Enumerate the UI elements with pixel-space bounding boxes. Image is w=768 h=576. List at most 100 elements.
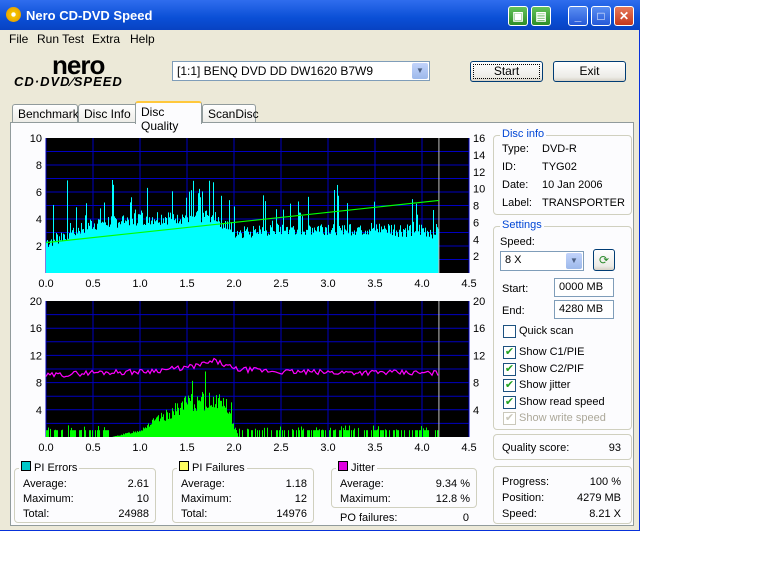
pi-failures-bar [155, 419, 156, 437]
menu-file[interactable]: File [9, 32, 28, 46]
pi-errors-bar [265, 201, 266, 273]
disc-id-label: ID: [502, 161, 517, 173]
speed-select[interactable]: 8 X ▼ [500, 251, 584, 271]
pi-errors-bar [172, 191, 173, 273]
pi-failures-x-tick: 2.5 [273, 442, 288, 454]
pi-errors-bar [225, 221, 226, 273]
show-read-speed-checkbox[interactable]: ✔ [503, 396, 516, 409]
pi-failures-bar [421, 426, 422, 437]
pi-failures-bar [196, 410, 197, 437]
pi-failures-bar [187, 404, 188, 437]
screenshot-icon[interactable]: ▣ [508, 6, 528, 26]
main-window: Nero CD-DVD Speed ▣ ▤ _ □ ✕ File Run Tes… [0, 0, 640, 531]
pi-errors-bar [434, 234, 435, 273]
pi-errors-bar [108, 217, 109, 273]
pi-failures-bar [377, 429, 378, 437]
pi-failures-max-label: Maximum: [181, 493, 232, 505]
pi-errors-bar [332, 228, 333, 273]
show-jitter-checkbox[interactable]: ✔ [503, 379, 516, 392]
pi-errors-bar [412, 199, 413, 273]
pi-errors-bar [423, 228, 424, 273]
menu-help[interactable]: Help [130, 32, 155, 46]
pi-failures-bar [97, 430, 98, 437]
pi-errors-bar [347, 203, 348, 273]
pi-errors-total-label: Total: [23, 508, 50, 520]
pi-errors-bar [203, 212, 204, 273]
pi-errors-bar [208, 215, 209, 273]
refresh-icon: ⟳ [598, 253, 610, 267]
pi-errors-y2-tick: 16 [473, 133, 485, 145]
show-pif-checkbox[interactable]: ✔ [503, 363, 516, 376]
pi-failures-bar [374, 430, 375, 437]
pi-errors-bar [191, 190, 192, 273]
exit-button[interactable]: Exit [553, 61, 626, 82]
pi-failures-bar [235, 427, 236, 437]
pi-failures-bar [296, 430, 297, 437]
pi-errors-x-tick: 2.5 [273, 278, 288, 290]
minimize-button[interactable]: _ [568, 6, 588, 26]
pi-errors-bar [122, 216, 123, 273]
tab-disc-quality[interactable]: Disc Quality [135, 101, 202, 133]
end-input[interactable]: 4280 MB [554, 300, 614, 319]
save-icon[interactable]: ▤ [531, 6, 551, 26]
pi-errors-bar [260, 229, 261, 273]
pi-failures-bar [248, 429, 249, 437]
pi-failures-bar [398, 430, 399, 437]
pi-errors-bar [71, 232, 72, 273]
pi-errors-bar [322, 227, 323, 273]
pi-failures-y-tick: 4 [36, 405, 42, 417]
tab-benchmark[interactable]: Benchmark [12, 104, 79, 123]
pi-failures-bar [210, 405, 211, 437]
pi-failures-bar [223, 398, 224, 437]
pi-failures-bar [116, 435, 117, 437]
menu-run-test[interactable]: Run Test [37, 32, 84, 46]
pi-errors-bar [110, 224, 111, 273]
pi-errors-bar [325, 227, 326, 273]
pi-errors-bar [381, 226, 382, 273]
pi-failures-x-tick: 3.0 [320, 442, 335, 454]
pi-failures-bar [437, 430, 438, 437]
pi-failures-bar [233, 423, 234, 437]
tab-disc-info[interactable]: Disc Info [78, 104, 137, 123]
pi-failures-bar [197, 396, 198, 437]
menu-extra[interactable]: Extra [92, 32, 120, 46]
pi-failures-bar [57, 430, 58, 437]
refresh-speed-button[interactable]: ⟳ [593, 249, 615, 271]
pi-errors-bar [53, 204, 54, 273]
close-button[interactable]: ✕ [614, 6, 634, 26]
pi-errors-bar [410, 224, 411, 273]
pi-failures-bar [56, 430, 57, 437]
pi-errors-bar [401, 231, 402, 273]
pi-errors-bar [393, 229, 394, 273]
chevron-down-icon[interactable]: ▼ [566, 253, 582, 269]
pi-failures-bar [132, 433, 133, 437]
pi-failures-bar [316, 427, 317, 437]
pi-failures-bar [165, 420, 166, 437]
start-button[interactable]: Start [470, 61, 543, 82]
pi-errors-bar [390, 233, 391, 273]
pi-errors-bar [271, 227, 272, 273]
chevron-down-icon[interactable]: ▼ [412, 63, 428, 79]
quick-scan-checkbox[interactable] [503, 325, 516, 338]
pi-errors-bar [65, 239, 66, 273]
title-bar[interactable]: Nero CD-DVD Speed ▣ ▤ _ □ ✕ [0, 0, 640, 30]
pi-errors-bar [261, 233, 262, 273]
pi-errors-avg-value: 2.61 [127, 478, 149, 490]
pi-errors-bar [119, 222, 120, 273]
pi-errors-bar [389, 225, 390, 273]
start-input[interactable]: 0000 MB [554, 278, 614, 297]
pi-errors-bar [428, 231, 429, 273]
pi-errors-bar [266, 230, 267, 273]
logo-text-speed: CD·DVD∕SPEED [14, 74, 123, 89]
show-pie-checkbox[interactable]: ✔ [503, 346, 516, 359]
pi-errors-bar [352, 231, 353, 273]
maximize-button[interactable]: □ [591, 6, 611, 26]
pi-failures-bar [329, 430, 330, 437]
pi-failures-bar [423, 428, 424, 437]
pi-errors-x-tick: 0.5 [85, 278, 100, 290]
tab-scandisc[interactable]: ScanDisc [202, 104, 259, 123]
pi-errors-bar [181, 223, 182, 273]
pi-failures-bar [212, 406, 213, 437]
pi-failures-bar [122, 435, 123, 437]
drive-select[interactable]: [1:1] BENQ DVD DD DW1620 B7W9 ▼ [172, 61, 430, 81]
